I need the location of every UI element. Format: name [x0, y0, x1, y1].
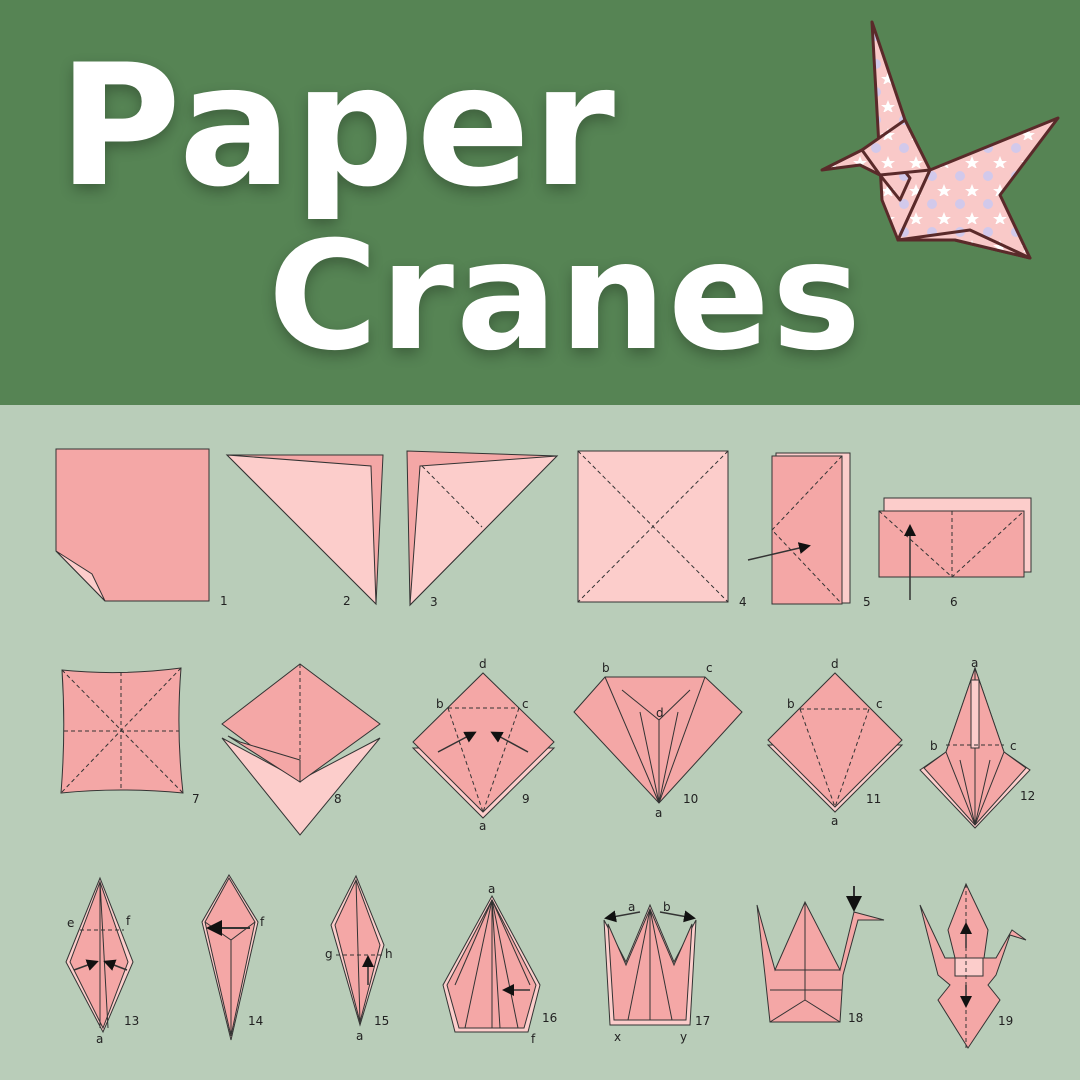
- step-2-diagram: 2: [225, 454, 384, 608]
- step-1-diagram: 1: [55, 448, 228, 608]
- step-10-diagram: b c d a 10: [573, 661, 743, 820]
- point-label: d: [479, 657, 487, 671]
- step-6-diagram: 6: [878, 497, 1032, 609]
- step-number: 8: [334, 792, 342, 806]
- step-number: 9: [522, 792, 530, 806]
- step-12-diagram: a b c 12: [919, 656, 1035, 829]
- step-number: 6: [950, 595, 958, 609]
- point-label: a: [488, 882, 495, 896]
- step-number: 14: [248, 1014, 263, 1028]
- step-number: 19: [998, 1014, 1013, 1028]
- step-8-diagram: 8: [221, 663, 381, 836]
- step-9-diagram: d b c a 9: [411, 657, 556, 833]
- step-number: 18: [848, 1011, 863, 1025]
- step-number: 15: [374, 1014, 389, 1028]
- folding-diagram: 1 2 3 4 5 6 7 8 d b c a 9 b c d a 10 d b…: [55, 20, 1060, 1049]
- step-19-diagram: 19: [919, 882, 1027, 1049]
- step-16-diagram: a f 16: [442, 882, 557, 1046]
- point-label: b: [787, 697, 795, 711]
- point-label: f: [126, 914, 131, 928]
- step-13-diagram: e f a 13: [65, 876, 139, 1046]
- point-label: a: [356, 1029, 363, 1043]
- point-label: b: [602, 661, 610, 675]
- point-label: c: [706, 661, 713, 675]
- point-label: a: [628, 900, 635, 914]
- point-label: a: [831, 814, 838, 828]
- point-label: f: [531, 1032, 536, 1046]
- step-number: 10: [683, 792, 698, 806]
- step-11-diagram: d b c a 11: [766, 657, 904, 828]
- point-label: a: [96, 1032, 103, 1046]
- step-5-diagram: 5: [747, 452, 871, 609]
- step-number: 17: [695, 1014, 710, 1028]
- step-number: 2: [343, 594, 351, 608]
- step-number: 3: [430, 595, 438, 609]
- step-number: 11: [866, 792, 881, 806]
- point-label: c: [876, 697, 883, 711]
- point-label: c: [522, 697, 529, 711]
- step-number: 4: [739, 595, 747, 609]
- step-17-diagram: a b x y 17: [603, 900, 710, 1044]
- origami-crane-icon: [820, 20, 1060, 260]
- step-15-diagram: g h a 15: [325, 874, 393, 1043]
- point-label: y: [680, 1030, 687, 1044]
- point-label: a: [971, 656, 978, 670]
- point-label: x: [614, 1030, 621, 1044]
- point-label: e: [67, 916, 74, 930]
- step-4-diagram: 4: [577, 450, 747, 609]
- point-label: b: [930, 739, 938, 753]
- point-label: d: [831, 657, 839, 671]
- step-number: 13: [124, 1014, 139, 1028]
- page: Paper Cranes 1 2 3 4 5 6 7 8 d b c a 9 b…: [0, 0, 1080, 1080]
- step-number: 1: [220, 594, 228, 608]
- point-label: b: [436, 697, 444, 711]
- step-number: 5: [863, 595, 871, 609]
- step-18-diagram: 18: [756, 886, 885, 1025]
- point-label: g: [325, 947, 333, 961]
- step-number: 12: [1020, 789, 1035, 803]
- point-label: a: [479, 819, 486, 833]
- step-14-diagram: f 14: [201, 874, 265, 1041]
- point-label: d: [656, 706, 664, 720]
- point-label: a: [655, 806, 662, 820]
- step-7-diagram: 7: [60, 667, 200, 806]
- step-number: 7: [192, 792, 200, 806]
- point-label: f: [260, 915, 265, 929]
- point-label: b: [663, 900, 671, 914]
- step-number: 16: [542, 1011, 557, 1025]
- step-3-diagram: 3: [406, 450, 559, 609]
- point-label: h: [385, 947, 393, 961]
- point-label: c: [1010, 739, 1017, 753]
